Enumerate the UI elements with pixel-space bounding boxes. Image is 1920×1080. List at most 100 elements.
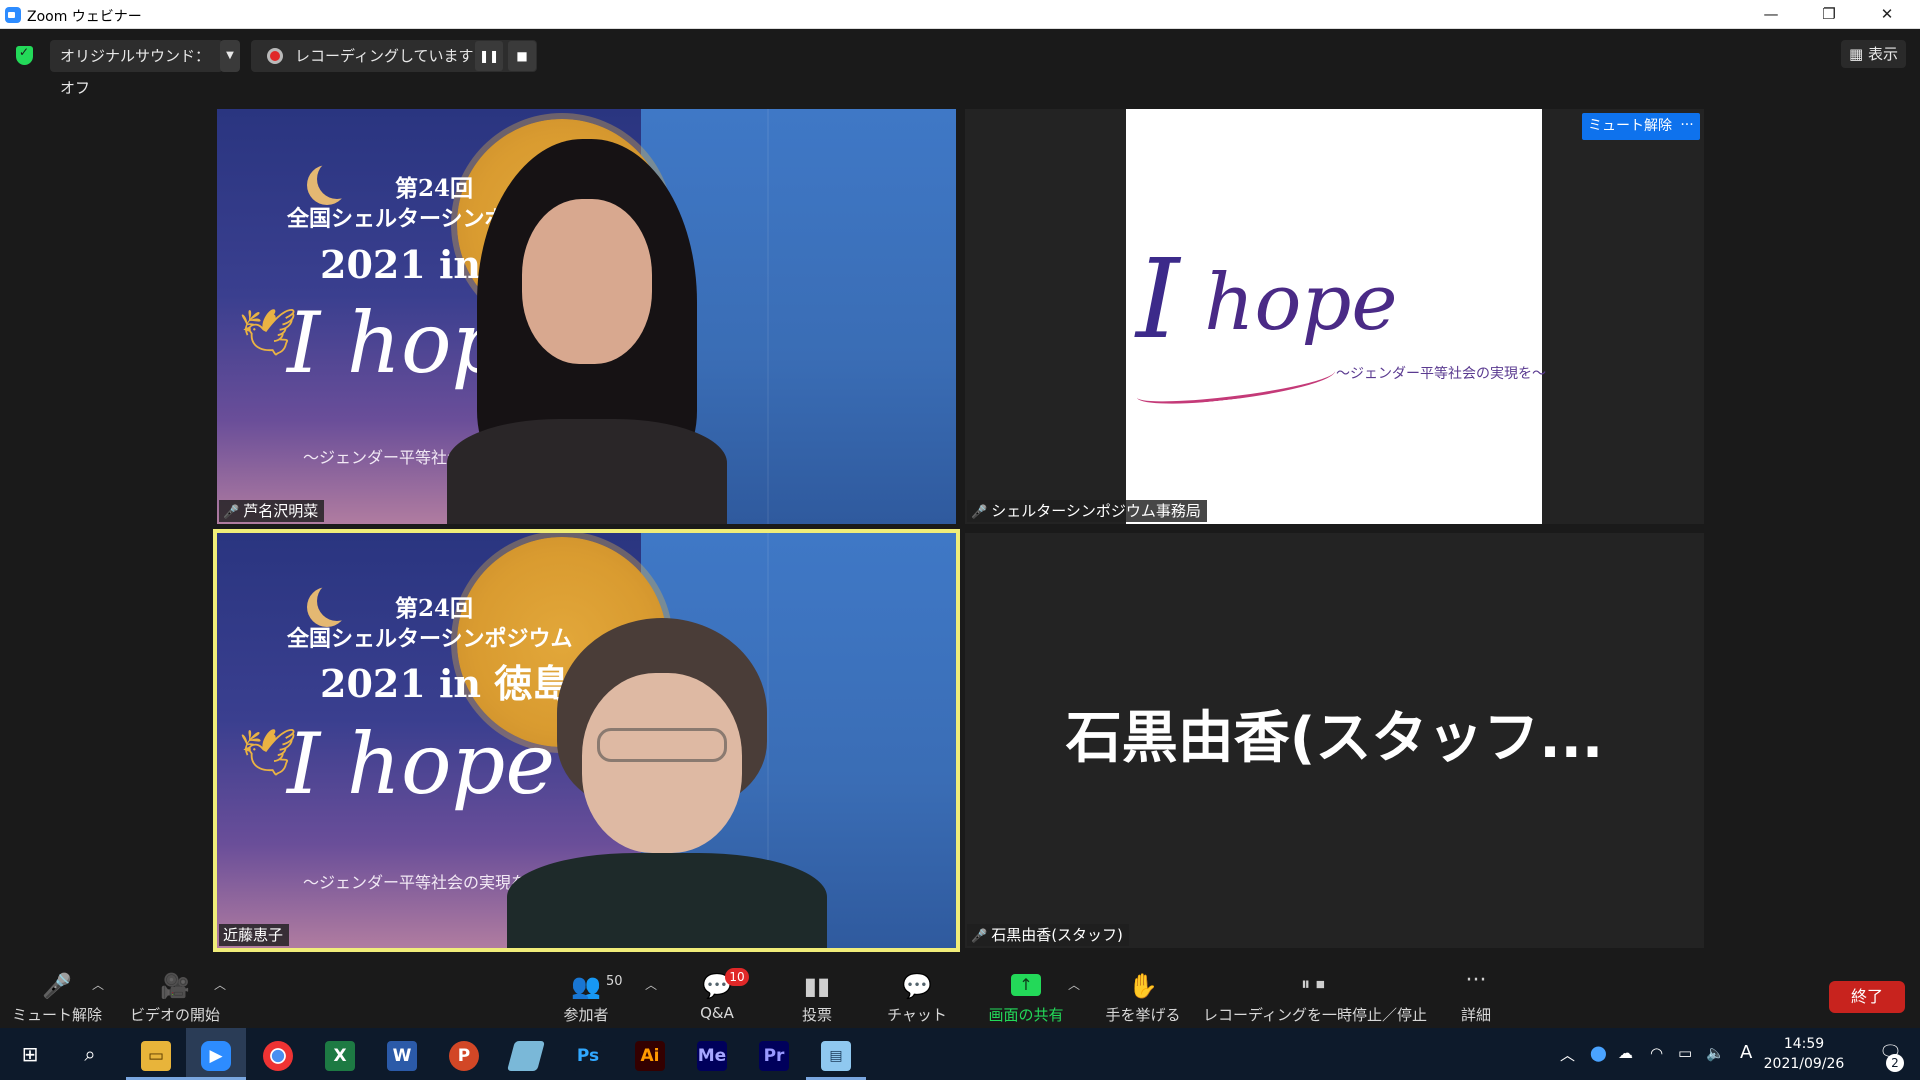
- recording-controls-button[interactable]: ⏸ ⏹ レコーディングを一時停止／停止: [1203, 956, 1427, 1028]
- participants-label: 参加者: [563, 1006, 609, 1024]
- participant-body: [447, 419, 727, 524]
- video-tile-active-speaker[interactable]: 🕊 第24回 全国シェルターシンポジウム 2021 in 徳島 I hope 〜…: [213, 529, 960, 952]
- close-window-button[interactable]: ✕: [1858, 0, 1916, 29]
- poster-subtitle: 〜ジェンダー平等社会の実現を〜: [303, 873, 544, 892]
- raise-hand-icon: ✋: [1128, 972, 1158, 1000]
- taskbar-zoom[interactable]: ▶: [186, 1028, 246, 1080]
- participant-name: 石黒由香(スタッフ): [991, 926, 1123, 944]
- more-dots-icon: ···: [1465, 968, 1487, 993]
- tray-app-icon[interactable]: ⬤: [1590, 1044, 1607, 1062]
- start-button[interactable]: ⊞: [0, 1028, 60, 1080]
- security-shield-icon[interactable]: [16, 45, 33, 65]
- participant-name: 近藤恵子: [223, 926, 284, 944]
- muted-mic-icon: 🎤: [971, 505, 988, 520]
- end-meeting-button[interactable]: 終了: [1829, 981, 1905, 1013]
- notification-count: 2: [1886, 1054, 1904, 1072]
- participant-name-label: 🎤 シェルターシンポジウム事務局: [967, 500, 1207, 522]
- slide-hope-initial: I: [1136, 235, 1180, 363]
- window-divider: [767, 109, 769, 524]
- participant-name-label: 🎤 芦名沢明菜: [219, 500, 325, 522]
- slide-swoosh-graphic: [1134, 358, 1338, 410]
- participant-display-name: 石黒由香(スタッフ...: [1065, 706, 1604, 771]
- word-icon: W: [387, 1040, 417, 1071]
- pause-stop-icon: ⏸ ⏹: [1301, 974, 1325, 995]
- excel-icon: X: [325, 1040, 355, 1071]
- windows-logo-icon: ⊞: [21, 1042, 39, 1066]
- share-screen-label: 画面の共有: [988, 1006, 1064, 1024]
- taskbar-premiere[interactable]: Pr: [744, 1028, 804, 1080]
- photoshop-icon: Ps: [573, 1040, 603, 1071]
- participant-name: 芦名沢明菜: [243, 502, 319, 520]
- taskbar-excel[interactable]: X: [310, 1028, 370, 1080]
- zoom-app-icon: [5, 7, 21, 23]
- glasses-icon: [597, 728, 727, 762]
- video-tile-participant[interactable]: 🕊 第24回 全国シェルターシンポジウム 2021 in 徳島 I hope 〜…: [217, 109, 956, 524]
- taskbar-file-explorer[interactable]: ▭: [126, 1028, 186, 1080]
- ime-indicator[interactable]: A: [1740, 1042, 1752, 1063]
- poster-hope: I hope: [287, 715, 556, 813]
- raise-hand-button[interactable]: ✋ 手を挙げる: [1103, 956, 1183, 1028]
- more-label: 詳細: [1460, 1006, 1491, 1024]
- search-icon: ⌕: [84, 1042, 96, 1066]
- onedrive-icon[interactable]: ☁: [1618, 1044, 1633, 1062]
- minimize-button[interactable]: —: [1742, 0, 1800, 29]
- participant-name: シェルターシンポジウム事務局: [991, 502, 1201, 520]
- video-tile-camera-off[interactable]: 石黒由香(スタッフ... 🎤 石黒由香(スタッフ): [965, 533, 1704, 948]
- original-sound-toggle[interactable]: オリジナルサウンド：オフ: [50, 40, 223, 97]
- unmute-label: ミュート解除: [11, 1006, 102, 1024]
- share-options-caret-icon[interactable]: ︿: [1068, 976, 1080, 993]
- pen-icon: [506, 1040, 546, 1071]
- view-button[interactable]: ▦ 表示: [1841, 40, 1906, 68]
- zoom-icon: ▶: [201, 1040, 231, 1071]
- battery-icon[interactable]: ▭: [1678, 1044, 1692, 1062]
- recording-status-text: レコーディングしています...: [295, 47, 488, 65]
- moon-graphic: [317, 581, 357, 621]
- bar-chart-icon: ▮▮: [803, 972, 831, 1000]
- clock[interactable]: 14:59 2021/09/26: [1756, 1034, 1852, 1074]
- participant-name-label: 🎤 石黒由香(スタッフ): [967, 924, 1129, 946]
- participants-caret-icon[interactable]: ︿: [645, 976, 657, 993]
- stop-recording-button[interactable]: ■: [508, 41, 536, 71]
- window-title: Zoom ウェビナー: [27, 9, 142, 25]
- video-options-caret-icon[interactable]: ︿: [214, 976, 226, 993]
- video-tile-shared-slide[interactable]: I hope 〜ジェンダー平等社会の実現を〜 🎤 シェルターシンポジウム事務局: [965, 109, 1704, 524]
- meeting-controls-toolbar: 🎤 ミュート解除 ︿ 🎥 ビデオの開始 ︿ 👥 50 参加者 ︿ 💬 10 Q&…: [0, 956, 1920, 1028]
- participant-name-label: 近藤恵子: [219, 924, 290, 946]
- volume-icon[interactable]: 🔈: [1706, 1044, 1725, 1062]
- clock-date: 2021/09/26: [1763, 1056, 1845, 1072]
- taskbar-stylus-app[interactable]: [496, 1028, 556, 1080]
- more-options-button[interactable]: ···: [1674, 113, 1700, 140]
- chevron-down-icon[interactable]: ▼: [220, 40, 240, 72]
- share-screen-icon: ↑: [1011, 974, 1041, 996]
- polls-button[interactable]: ▮▮ 投票: [777, 956, 857, 1028]
- unmute-participant-button[interactable]: ミュート解除: [1582, 113, 1678, 140]
- video-camera-off-icon: 🎥: [160, 972, 190, 1000]
- taskbar-illustrator[interactable]: Ai: [620, 1028, 680, 1080]
- chat-button[interactable]: 💬 チャット: [877, 956, 957, 1028]
- slide-hope-word: hope: [1204, 258, 1398, 348]
- audio-options-caret-icon[interactable]: ︿: [92, 976, 104, 993]
- participant-video: [507, 618, 827, 948]
- participants-button[interactable]: 👥 50 参加者: [546, 956, 626, 1028]
- qa-button[interactable]: 💬 10 Q&A: [677, 956, 757, 1028]
- taskbar-chrome[interactable]: [248, 1028, 308, 1080]
- start-video-button[interactable]: 🎥 ビデオの開始: [126, 956, 224, 1028]
- qa-badge: 10: [725, 968, 749, 986]
- moon-graphic: [317, 159, 357, 199]
- tray-expand-icon[interactable]: ︿: [1560, 1044, 1575, 1065]
- muted-mic-icon: 🎤: [971, 929, 988, 944]
- share-screen-button[interactable]: ↑ 画面の共有: [976, 956, 1076, 1028]
- participant-body: [507, 853, 827, 948]
- pause-recording-button[interactable]: ❚❚: [475, 41, 503, 71]
- taskbar-photoshop[interactable]: Ps: [558, 1028, 618, 1080]
- search-button[interactable]: ⌕: [60, 1028, 120, 1080]
- restore-button[interactable]: ❐: [1800, 0, 1858, 29]
- more-button[interactable]: ··· 詳細: [1436, 956, 1516, 1028]
- taskbar-control-panel[interactable]: ▤: [806, 1028, 866, 1080]
- taskbar-word[interactable]: W: [372, 1028, 432, 1080]
- participants-count: 50: [606, 974, 623, 989]
- taskbar-media-encoder[interactable]: Me: [682, 1028, 742, 1080]
- wifi-icon[interactable]: ◠: [1650, 1044, 1663, 1062]
- taskbar-powerpoint[interactable]: P: [434, 1028, 494, 1080]
- microphone-muted-icon: 🎤: [42, 972, 72, 1000]
